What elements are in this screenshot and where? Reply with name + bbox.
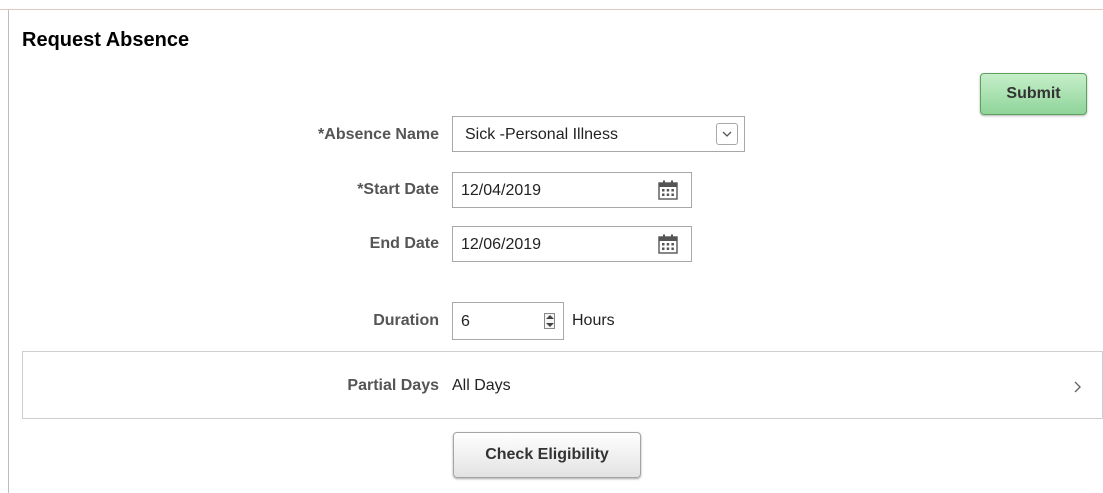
calendar-icon[interactable] bbox=[658, 180, 678, 205]
chevron-down-icon[interactable] bbox=[716, 123, 738, 145]
end-date-label: End Date bbox=[369, 235, 439, 252]
top-strip bbox=[0, 0, 1103, 10]
check-eligibility-button[interactable]: Check Eligibility bbox=[453, 432, 641, 478]
spinner-up-icon[interactable] bbox=[546, 315, 554, 319]
page-title: Request Absence bbox=[22, 29, 190, 51]
duration-label: Duration bbox=[373, 312, 439, 329]
duration-value: 6 bbox=[461, 313, 470, 330]
spinner-down-icon[interactable] bbox=[546, 323, 554, 327]
start-date-field[interactable]: 12/04/2019 bbox=[452, 172, 692, 208]
duration-unit: Hours bbox=[572, 312, 615, 329]
calendar-icon[interactable] bbox=[658, 234, 678, 259]
duration-field[interactable]: 6 bbox=[452, 302, 564, 340]
chevron-right-icon[interactable] bbox=[1074, 377, 1082, 398]
spinner-icon[interactable] bbox=[544, 313, 555, 329]
submit-button[interactable]: Submit bbox=[980, 73, 1087, 115]
absence-name-select[interactable]: Sick -Personal Illness bbox=[452, 116, 745, 152]
partial-days-label: Partial Days bbox=[347, 377, 439, 394]
end-date-field[interactable]: 12/06/2019 bbox=[452, 226, 692, 262]
end-date-value: 12/06/2019 bbox=[461, 236, 542, 253]
partial-days-value: All Days bbox=[452, 377, 511, 394]
start-date-value: 12/04/2019 bbox=[461, 182, 542, 199]
left-border bbox=[8, 10, 9, 493]
absence-name-label: *Absence Name bbox=[318, 126, 439, 143]
partial-days-row[interactable] bbox=[22, 351, 1103, 419]
absence-name-value: Sick -Personal Illness bbox=[465, 126, 618, 143]
start-date-label: *Start Date bbox=[357, 181, 439, 198]
